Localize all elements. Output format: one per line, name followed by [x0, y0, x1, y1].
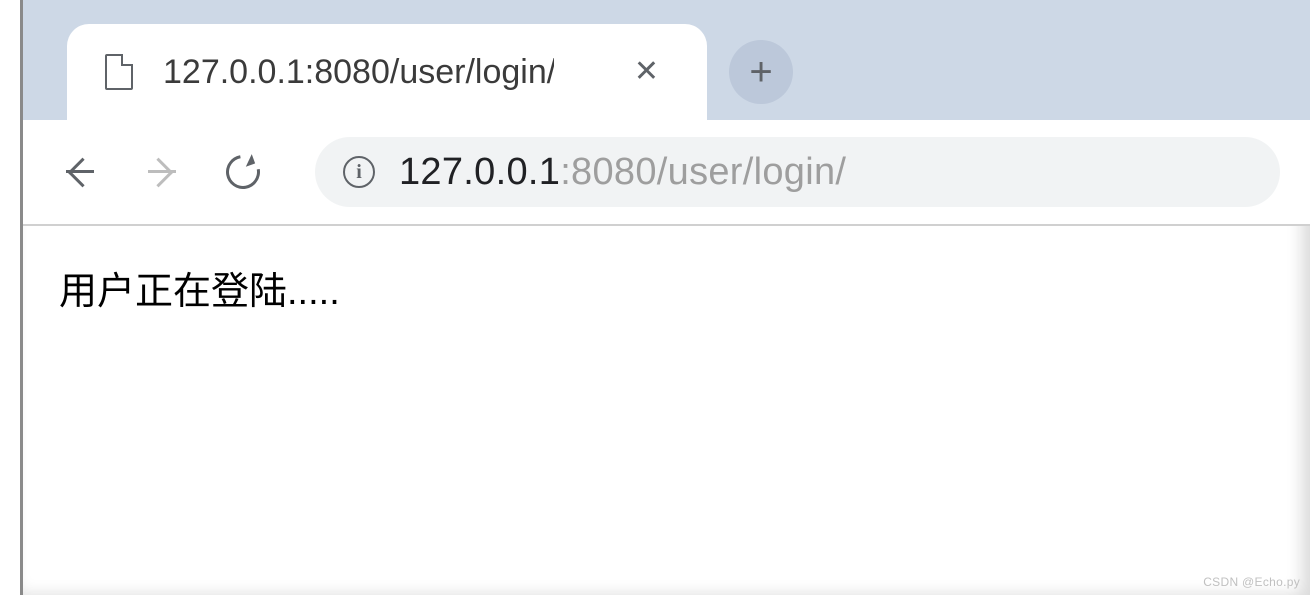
- url-text: 127.0.0.1:8080/user/login/: [399, 151, 846, 194]
- reload-icon: [219, 148, 266, 195]
- arrow-right-icon: [144, 155, 178, 189]
- browser-tab[interactable]: 127.0.0.1:8080/user/login/ ✕: [67, 24, 707, 120]
- url-host: 127.0.0.1: [399, 151, 560, 193]
- close-tab-button[interactable]: ✕: [624, 51, 669, 93]
- reload-button[interactable]: [217, 146, 269, 198]
- file-icon: [105, 54, 133, 90]
- info-icon[interactable]: i: [343, 156, 375, 188]
- page-content: 用户正在登陆.....: [23, 226, 1310, 349]
- arrow-left-icon: [62, 155, 96, 189]
- url-path: :8080/user/login/: [560, 151, 846, 193]
- watermark: CSDN @Echo.py: [1203, 575, 1300, 589]
- toolbar: i 127.0.0.1:8080/user/login/: [23, 120, 1310, 226]
- tab-title: 127.0.0.1:8080/user/login/: [163, 53, 554, 92]
- new-tab-button[interactable]: +: [729, 40, 793, 104]
- tab-strip: 127.0.0.1:8080/user/login/ ✕ +: [23, 0, 1310, 120]
- browser-window: 127.0.0.1:8080/user/login/ ✕ + i 127.0.0…: [20, 0, 1310, 595]
- address-bar[interactable]: i 127.0.0.1:8080/user/login/: [315, 137, 1280, 207]
- page-body-text: 用户正在登陆.....: [59, 260, 1274, 315]
- back-button[interactable]: [53, 146, 105, 198]
- forward-button[interactable]: [135, 146, 187, 198]
